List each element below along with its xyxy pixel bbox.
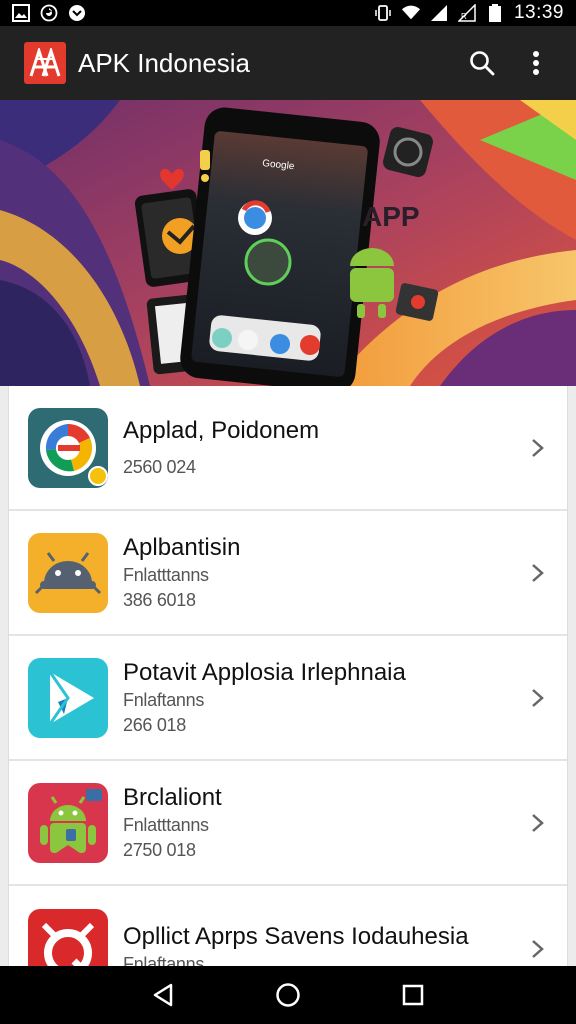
recents-button[interactable] bbox=[389, 971, 437, 1019]
status-time: 13:39 bbox=[513, 2, 564, 23]
overflow-menu-icon bbox=[533, 51, 539, 75]
search-icon bbox=[470, 51, 495, 76]
list-item-meta: 266 018 bbox=[123, 714, 186, 735]
list-item-text: Opllict Aprps Savens Iodauhesia Fnlaftan… bbox=[123, 922, 567, 967]
status-right-icons: R 13:39 bbox=[374, 2, 564, 24]
list-item-subtitle: Fnlaftanns bbox=[123, 689, 205, 710]
list-item[interactable]: Applad, Poidonem 2560 024 bbox=[9, 386, 567, 511]
chevron-right-icon bbox=[532, 939, 544, 958]
status-left-icons bbox=[12, 4, 86, 22]
battery-icon bbox=[486, 4, 504, 22]
back-button[interactable] bbox=[139, 971, 187, 1019]
search-button[interactable] bbox=[458, 39, 506, 87]
signal-roaming-icon: R bbox=[457, 4, 476, 22]
notification-icon bbox=[68, 4, 86, 22]
list-item-subtitle: Fnlatttanns bbox=[123, 814, 209, 835]
chevron-right-icon bbox=[532, 563, 544, 582]
list-item-subtitle: Fnlatttanns bbox=[123, 564, 209, 585]
list-item-text: Applad, Poidonem 2560 024 bbox=[123, 416, 567, 480]
list-item-meta: 386 6018 bbox=[123, 589, 196, 610]
list-item[interactable]: Potavit Applosia Irlephnaia Fnlaftanns 2… bbox=[9, 636, 567, 761]
list-item-title: Applad, Poidonem bbox=[123, 416, 320, 444]
svg-text:R: R bbox=[461, 12, 467, 21]
list-item-text: Potavit Applosia Irlephnaia Fnlaftanns 2… bbox=[123, 658, 567, 738]
app-bar: APK Indonesia bbox=[0, 26, 576, 100]
banner-artwork: APP Google bbox=[0, 100, 576, 386]
wifi-icon bbox=[401, 4, 420, 22]
overflow-menu-button[interactable] bbox=[512, 39, 560, 87]
apk-indonesia-logo bbox=[24, 42, 66, 84]
gallery-icon bbox=[12, 4, 30, 22]
camera-lens-icon bbox=[28, 908, 108, 966]
list-item-meta: 2560 024 bbox=[123, 456, 196, 477]
chrome-style-icon bbox=[28, 407, 108, 488]
list-item-title: Aplbantisin bbox=[123, 533, 241, 561]
list-item-title: Brclaliont bbox=[123, 783, 222, 811]
banner-app-text: APP bbox=[362, 201, 420, 232]
list-item[interactable]: Opllict Aprps Savens Iodauhesia Fnlaftan… bbox=[9, 886, 567, 966]
chevron-right-icon bbox=[532, 813, 544, 832]
list-item[interactable]: Aplbantisin Fnlatttanns 386 6018 bbox=[9, 511, 567, 636]
list-item-subtitle: Fnlaftanns bbox=[123, 953, 205, 967]
list-item-meta: 2750 018 bbox=[123, 839, 196, 860]
home-icon bbox=[276, 983, 300, 1007]
android-bug-icon bbox=[28, 782, 108, 863]
featured-banner[interactable]: APP Google bbox=[0, 100, 576, 386]
chevron-right-icon bbox=[532, 438, 544, 457]
list-item-title: Opllict Aprps Savens Iodauhesia bbox=[123, 922, 469, 950]
signal-icon bbox=[430, 4, 448, 22]
refresh-icon bbox=[40, 4, 58, 22]
recents-icon bbox=[403, 984, 424, 1006]
app-list: Applad, Poidonem 2560 024 Aplbantisin Fn… bbox=[8, 386, 568, 966]
android-robot-icon bbox=[28, 532, 108, 613]
list-item-text: Brclaliont Fnlatttanns 2750 018 bbox=[123, 783, 567, 863]
back-icon bbox=[153, 983, 172, 1007]
list-item-title: Potavit Applosia Irlephnaia bbox=[123, 658, 406, 686]
status-bar: R 13:39 bbox=[0, 0, 576, 26]
home-button[interactable] bbox=[264, 971, 312, 1019]
list-item-text: Aplbantisin Fnlatttanns 386 6018 bbox=[123, 533, 567, 613]
app-title: APK Indonesia bbox=[78, 47, 251, 78]
play-store-icon bbox=[28, 657, 108, 738]
vibrate-icon bbox=[374, 4, 392, 22]
system-nav-bar bbox=[0, 966, 576, 1024]
chevron-right-icon bbox=[532, 688, 544, 707]
list-item[interactable]: Brclaliont Fnlatttanns 2750 018 bbox=[9, 761, 567, 886]
